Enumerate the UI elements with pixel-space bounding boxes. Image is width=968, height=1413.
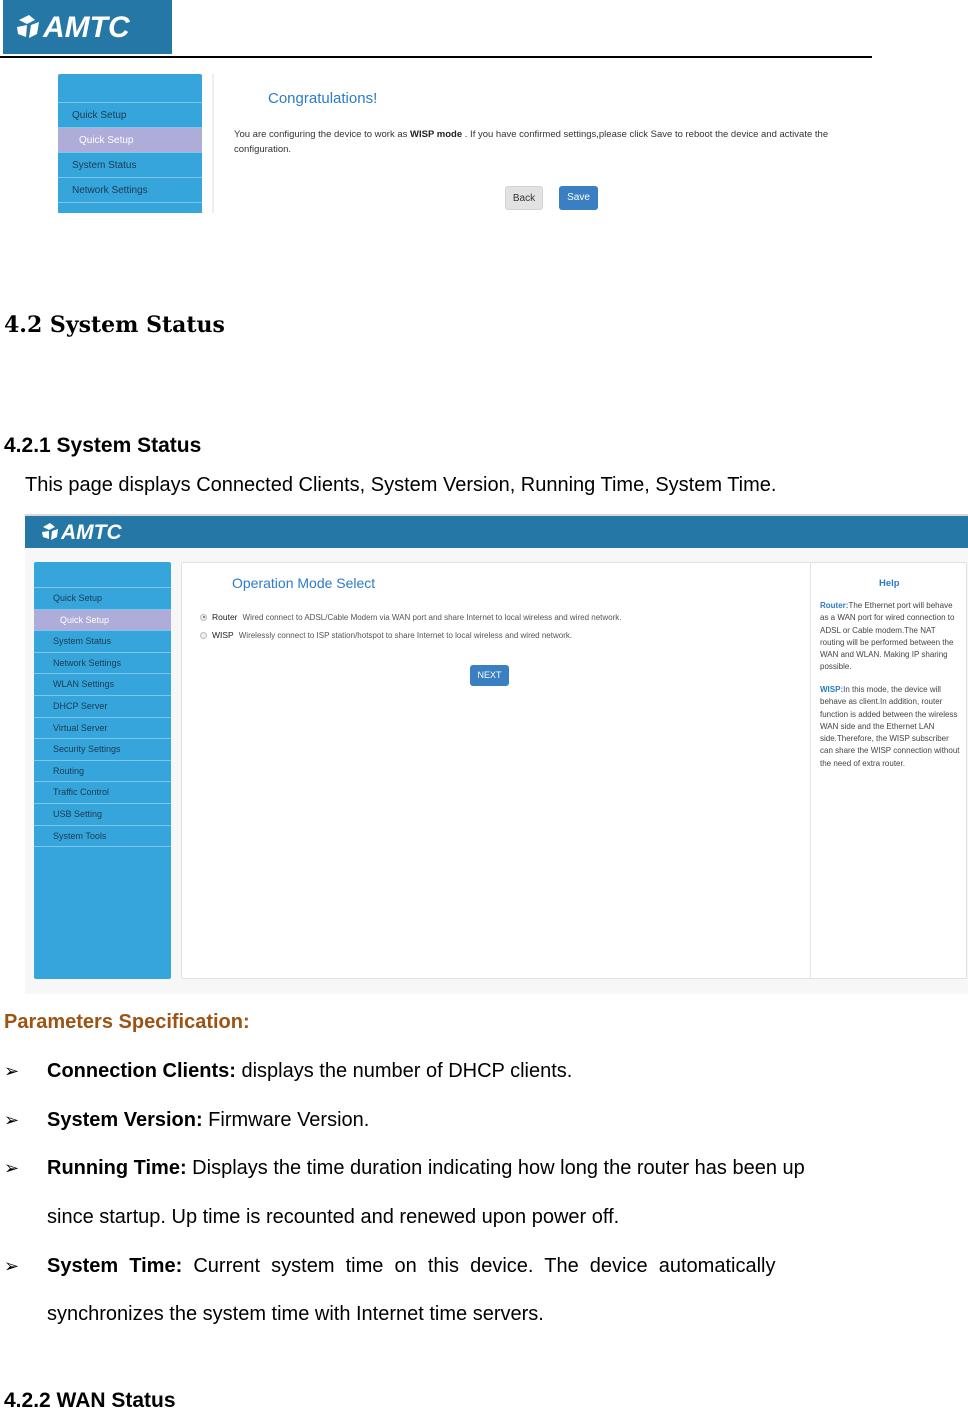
param-label: System Version: (47, 1109, 203, 1131)
radio-router[interactable] (200, 613, 207, 621)
s2-sidebar: Quick Setup Quick Setup System Status Ne… (34, 562, 171, 979)
s2-nav-virtual-server[interactable]: Virtual Server (34, 718, 171, 740)
option-router-label: Router (212, 612, 238, 622)
back-button[interactable]: Back (505, 186, 543, 210)
s2-nav-network-settings[interactable]: Network Settings (34, 653, 171, 675)
param-text: displays the number of DHCP clients. (235, 1060, 573, 1082)
operation-mode-title: Operation Mode Select (232, 575, 376, 591)
s1-nav-network-settings[interactable]: Network Settings (58, 178, 202, 203)
header-rule (0, 56, 872, 58)
s2-nav-traffic-control[interactable]: Traffic Control (34, 782, 171, 804)
option-router-desc: Wired connect to ADSL/Cable Modem via WA… (242, 612, 622, 622)
help-router-label: Router: (820, 601, 849, 610)
s2-nav-dhcp-server[interactable]: DHCP Server (34, 696, 171, 718)
s2-logo-text: AMTC (60, 521, 122, 544)
help-title: Help (879, 578, 900, 589)
param-running-time-cont: since startup. Up time is recounted and … (47, 1206, 620, 1228)
param-text: Current system time on this device. The … (182, 1255, 776, 1277)
param-system-version: System Version: Firmware Version. (47, 1109, 868, 1132)
s1-congratulations-title: Congratulations! (268, 90, 378, 107)
s1-message-mode: WISP mode (410, 129, 463, 140)
s2-help-divider (810, 562, 811, 979)
bullet-icon: ➢ (4, 1061, 20, 1081)
option-wisp[interactable]: WISP Wirelessly connect to ISP station/h… (200, 630, 572, 640)
s2-logo-icon: AMTC (42, 521, 122, 544)
next-button[interactable]: NEXT (470, 665, 509, 686)
param-connection-clients: Connection Clients: displays the number … (47, 1060, 868, 1083)
param-label: System Time: (47, 1255, 183, 1277)
help-router: Router:The Ethernet port will behave as … (820, 600, 962, 674)
option-router[interactable]: Router Wired connect to ADSL/Cable Modem… (200, 612, 622, 622)
option-wisp-label: WISP (212, 630, 234, 640)
bullet-icon: ➢ (4, 1256, 20, 1276)
help-wisp-label: WISP: (820, 685, 844, 694)
s2-logo: AMTC (40, 519, 155, 550)
s2-header-bar (25, 514, 968, 548)
bullet-icon: ➢ (4, 1158, 20, 1178)
s2-nav-quick-setup-sub[interactable]: Quick Setup (34, 609, 171, 632)
param-running-time: Running Time: Displays the time duration… (47, 1157, 868, 1180)
intro-text: This page displays Connected Clients, Sy… (25, 474, 777, 496)
option-wisp-desc: Wirelessly connect to ISP station/hotspo… (238, 630, 573, 640)
param-text: Displays the time duration indicating ho… (186, 1157, 805, 1179)
s1-message: You are configuring the device to work a… (234, 127, 844, 157)
section-heading: 4.2 System Status (4, 312, 225, 338)
subsection-heading: 4.2.1 System Status (4, 434, 202, 457)
param-text: Firmware Version. (202, 1109, 370, 1131)
s2-nav-wlan-settings[interactable]: WLAN Settings (34, 674, 171, 696)
s1-nav-system-status[interactable]: System Status (58, 153, 202, 178)
params-title: Parameters Specification: (4, 1011, 250, 1033)
radio-wisp[interactable] (200, 631, 207, 639)
s2-nav-system-tools[interactable]: System Tools (34, 826, 171, 848)
amtc-logo-text: AMTC (42, 11, 131, 44)
s1-nav-quick-setup-sub[interactable]: Quick Setup (58, 128, 202, 153)
s2-nav-system-status[interactable]: System Status (34, 631, 171, 653)
amtc-logo-icon: AMTC (16, 11, 131, 44)
s2-nav-routing[interactable]: Routing (34, 761, 171, 783)
param-system-time-cont: synchronizes the system time with Intern… (47, 1303, 544, 1325)
s1-nav-quick-setup[interactable]: Quick Setup (58, 103, 202, 128)
param-label: Running Time: (47, 1157, 187, 1179)
s1-sidebar: Quick Setup Quick Setup System Status Ne… (58, 74, 202, 213)
s1-message-pre: You are configuring the device to work a… (234, 129, 411, 140)
param-system-time: System Time: Current system time on this… (47, 1255, 868, 1278)
amtc-logo: AMTC (3, 0, 172, 54)
bullet-icon: ➢ (4, 1110, 20, 1130)
help-wisp: WISP:In this mode, the device will behav… (820, 684, 962, 770)
s2-nav-security-settings[interactable]: Security Settings (34, 739, 171, 761)
s1-divider (212, 74, 214, 213)
help-router-text: The Ethernet port will behave as a WAN p… (820, 601, 955, 672)
next-section-heading: 4.2.2 WAN Status (4, 1389, 176, 1412)
help-wisp-text: In this mode, the device will behave as … (820, 685, 960, 768)
s2-nav-quick-setup[interactable]: Quick Setup (34, 588, 171, 610)
s2-nav-usb-setting[interactable]: USB Setting (34, 804, 171, 826)
save-button[interactable]: Save (559, 186, 598, 210)
param-label: Connection Clients: (47, 1060, 236, 1082)
